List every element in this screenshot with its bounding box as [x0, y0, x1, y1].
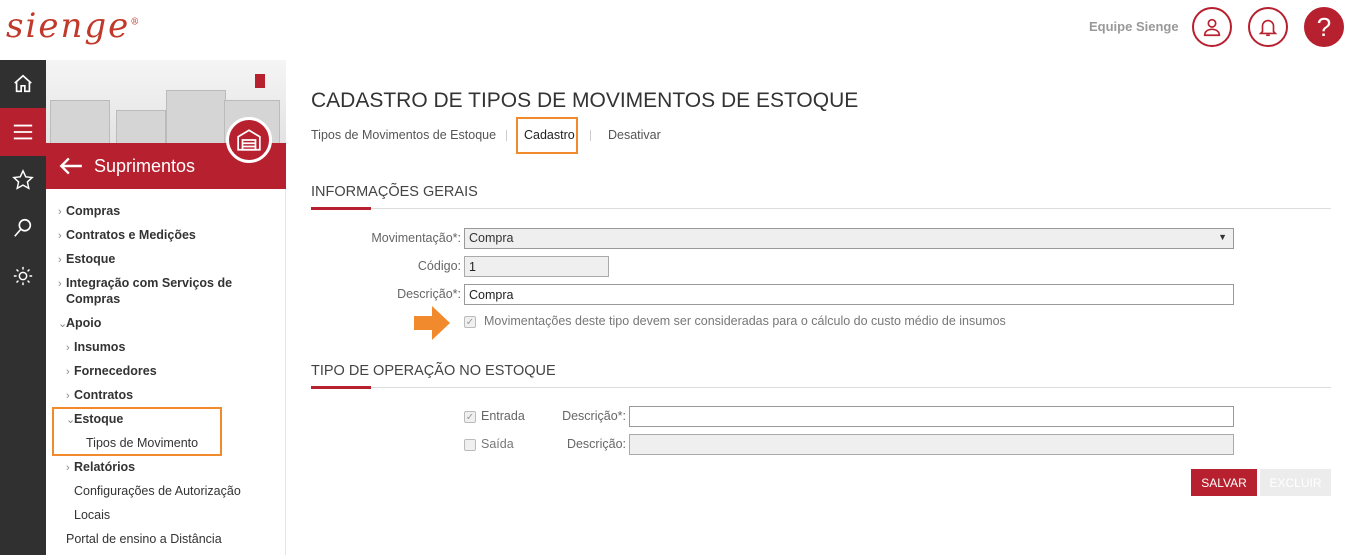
sidebar-item-fornecedores[interactable]: › Fornecedores — [66, 363, 157, 380]
save-button[interactable]: SALVAR — [1191, 469, 1257, 496]
section-accent — [311, 207, 371, 210]
help-button[interactable]: ? — [1304, 7, 1344, 47]
sidebar-item-label: Relatórios — [74, 460, 136, 474]
warehouse-icon — [226, 117, 272, 163]
entrada-descricao-field[interactable] — [629, 406, 1234, 427]
sidebar-item-label: Estoque — [66, 252, 116, 266]
sienge-logo[interactable]: sienge® — [6, 6, 141, 46]
sidebar-item-apoio[interactable]: ⌄Apoio — [58, 315, 101, 332]
sidebar-item-estoque[interactable]: › Estoque — [58, 251, 115, 268]
entrada-checkbox[interactable]: ✓ — [464, 411, 476, 423]
sidebar-item-label: Compras — [66, 204, 121, 218]
icon-rail — [0, 60, 46, 555]
chevron-down-icon: ⌄ — [58, 318, 68, 330]
module-title: Suprimentos — [94, 156, 196, 176]
movimentacao-value: Compra — [469, 231, 514, 245]
chevron-right-icon: › — [66, 390, 70, 402]
saida-label: Saída — [481, 437, 514, 451]
tab-desativar[interactable]: Desativar — [608, 128, 661, 142]
dropdown-caret-icon: ▼ — [1218, 232, 1227, 242]
custo-medio-checkbox[interactable]: ✓ — [464, 316, 476, 328]
chevron-right-icon: › — [58, 278, 62, 290]
tab-separator — [590, 130, 591, 141]
sidebar-item-label: Apoio — [66, 316, 102, 330]
section-divider — [311, 387, 1331, 388]
sidebar-item-integracao-line2[interactable]: Compras — [66, 291, 120, 307]
star-icon — [12, 169, 34, 190]
sidebar-item-portal-ensino[interactable]: Portal de ensino a Distância — [66, 531, 222, 547]
movimentacao-select[interactable]: Compra ▼ — [464, 228, 1234, 249]
menu-button[interactable] — [0, 108, 46, 156]
tab-tipos-movimentos[interactable]: Tipos de Movimentos de Estoque — [311, 128, 496, 142]
codigo-label: Código: — [417, 259, 461, 273]
home-button[interactable] — [0, 60, 46, 108]
entrada-descricao-label: Descrição*: — [562, 409, 626, 423]
section-title-general: INFORMAÇÕES GERAIS — [311, 184, 478, 200]
movimentacao-label: Movimentação*: — [371, 231, 461, 245]
sidebar-item-compras[interactable]: › Compras — [58, 203, 120, 220]
orange-arrow-annotation — [414, 306, 450, 340]
bell-icon — [1258, 19, 1278, 37]
descricao-field[interactable] — [464, 284, 1234, 305]
home-icon — [14, 74, 32, 93]
sidebar-item-locais[interactable]: Locais — [74, 507, 110, 523]
favorites-button[interactable] — [0, 156, 46, 204]
search-icon — [14, 218, 32, 237]
saida-descricao-label: Descrição: — [566, 437, 626, 451]
chevron-right-icon: › — [58, 230, 62, 242]
menu-icon — [13, 124, 33, 140]
sidebar-item-label: Fornecedores — [74, 364, 157, 378]
chevron-right-icon: › — [66, 342, 70, 354]
chevron-right-icon: › — [66, 462, 70, 474]
settings-icon — [13, 266, 33, 286]
codigo-field[interactable] — [464, 256, 609, 277]
sidebar-item-contratos[interactable]: › Contratos — [66, 387, 133, 404]
section-title-operation: TIPO DE OPERAÇÃO NO ESTOQUE — [311, 363, 556, 379]
logo-text: sienge — [6, 6, 131, 46]
sidebar-item-label: Configurações de Autorização — [74, 484, 241, 498]
top-bar: sienge® Equipe Sienge ? — [0, 0, 1350, 56]
logo-trademark: ® — [130, 17, 142, 28]
chevron-right-icon: › — [58, 206, 62, 218]
chevron-right-icon: › — [58, 254, 62, 266]
tab-separator — [506, 130, 507, 141]
entrada-label: Entrada — [481, 409, 525, 423]
section-divider — [311, 208, 1331, 209]
delete-button[interactable]: EXCLUIR — [1260, 469, 1331, 496]
section-accent — [311, 386, 371, 389]
back-arrow-icon[interactable] — [58, 153, 84, 179]
user-icon — [1203, 18, 1221, 37]
highlight-box-tab — [516, 117, 578, 154]
sidebar-item-contratos-medicoes[interactable]: › Contratos e Medições — [58, 227, 196, 244]
sidebar-item-label: Insumos — [74, 340, 126, 354]
settings-button[interactable] — [0, 252, 46, 300]
notifications-button[interactable] — [1248, 7, 1288, 47]
sidebar: Suprimentos › Compras › Contratos e Mediçõ… — [46, 60, 286, 555]
main-content: CADASTRO DE TIPOS DE MOVIMENTOS DE ESTOQ… — [286, 60, 1350, 555]
highlight-box-sidebar — [52, 407, 222, 456]
pin-icon — [255, 74, 265, 88]
saida-checkbox[interactable] — [464, 439, 476, 451]
page-title: CADASTRO DE TIPOS DE MOVIMENTOS DE ESTOQ… — [311, 89, 859, 112]
team-name[interactable]: Equipe Sienge — [1089, 19, 1179, 34]
search-button[interactable] — [0, 204, 46, 252]
chevron-right-icon: › — [66, 366, 70, 378]
sidebar-item-label: Integração com Serviços de — [66, 276, 233, 290]
descricao-label: Descrição*: — [397, 287, 461, 301]
sidebar-item-label: Compras — [66, 292, 121, 306]
sidebar-item-integracao[interactable]: › Integração com Serviços de — [58, 275, 232, 292]
sidebar-item-label: Contratos — [74, 388, 134, 402]
user-button[interactable] — [1192, 7, 1232, 47]
sidebar-item-label: Contratos e Medições — [66, 228, 196, 242]
sidebar-item-label: Portal de ensino a Distância — [66, 532, 222, 546]
sidebar-item-relatorios[interactable]: › Relatórios — [66, 459, 135, 476]
help-icon: ? — [1316, 11, 1332, 42]
sidebar-item-configuracoes-autorizacao[interactable]: Configurações de Autorização — [74, 483, 241, 499]
custo-medio-checkbox-label: Movimentações deste tipo devem ser consi… — [484, 314, 1006, 328]
sidebar-item-label: Locais — [74, 508, 111, 522]
saida-descricao-field[interactable] — [629, 434, 1234, 455]
sidebar-item-insumos[interactable]: › Insumos — [66, 339, 125, 356]
